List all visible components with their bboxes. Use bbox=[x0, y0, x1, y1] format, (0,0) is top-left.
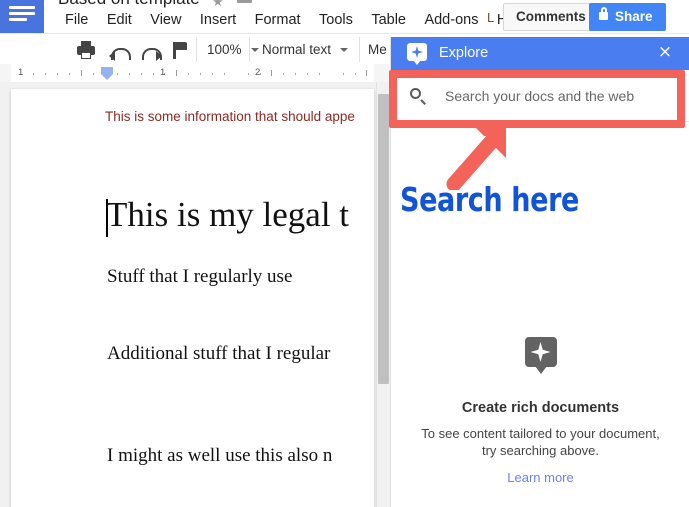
empty-state-description: To see content tailored to your document… bbox=[421, 426, 660, 458]
ruler-dot bbox=[117, 73, 118, 75]
redo-icon-part bbox=[156, 51, 162, 61]
paint-format-icon-part bbox=[173, 42, 176, 59]
drive-folder-icon[interactable] bbox=[237, 0, 252, 3]
menu-item-table[interactable]: Table bbox=[364, 9, 413, 31]
document-canvas[interactable]: This is some information that should app… bbox=[0, 82, 390, 507]
ruler-dot bbox=[200, 73, 201, 75]
menu-item-view[interactable]: View bbox=[143, 9, 188, 31]
ruler-dot bbox=[93, 73, 94, 75]
undo-icon-part bbox=[109, 51, 115, 61]
share-button[interactable]: Share bbox=[589, 3, 666, 31]
search-icon bbox=[410, 88, 421, 99]
ruler-tick bbox=[176, 70, 177, 76]
ruler-number: 2 bbox=[255, 67, 261, 78]
chevron-down-icon bbox=[340, 48, 349, 53]
explore-panel: Explore × Create rich documents To see c… bbox=[390, 37, 689, 507]
lock-icon bbox=[599, 7, 608, 21]
last-edit-status[interactable]: L bbox=[487, 10, 497, 25]
document-title[interactable]: Based on template bbox=[58, 0, 200, 9]
paint-format-icon[interactable] bbox=[171, 40, 191, 60]
ruler-dot bbox=[295, 73, 296, 75]
menu-item-add-ons[interactable]: Add-ons bbox=[417, 9, 485, 31]
ruler-dot bbox=[45, 73, 46, 75]
explore-search-row[interactable] bbox=[391, 70, 689, 122]
empty-state-title: Create rich documents bbox=[461, 400, 620, 416]
menu-item-edit[interactable]: Edit bbox=[100, 9, 139, 31]
menu-item-tools[interactable]: Tools bbox=[312, 9, 360, 31]
document-paragraph[interactable]: Additional stuff that I regular bbox=[107, 343, 330, 365]
star-shape bbox=[411, 46, 423, 58]
paragraph-style-dropdown[interactable]: Normal text bbox=[262, 40, 349, 60]
zoom-dropdown[interactable]: 100% bbox=[207, 40, 259, 60]
logo-line bbox=[9, 6, 35, 9]
font-dropdown[interactable]: Me bbox=[368, 40, 387, 60]
redo-icon[interactable] bbox=[141, 40, 162, 61]
zoom-dropdown-label: 100% bbox=[207, 42, 242, 57]
learn-more-link[interactable]: Learn more bbox=[391, 470, 689, 485]
print-icon-part bbox=[81, 52, 91, 59]
ruler-tick bbox=[81, 70, 82, 76]
star-shape bbox=[530, 342, 551, 362]
menubar: File Edit View Insert Format Tools Table… bbox=[58, 9, 534, 31]
docs-logo-icon[interactable] bbox=[0, 0, 44, 36]
ruler-dot bbox=[188, 73, 189, 75]
document-header-text[interactable]: This is some information that should app… bbox=[105, 109, 355, 124]
menu-item-insert[interactable]: Insert bbox=[193, 9, 243, 31]
toolbar-divider bbox=[249, 37, 250, 62]
ruler-dot bbox=[141, 73, 142, 75]
explore-panel-header: Explore × bbox=[391, 37, 689, 70]
document-heading[interactable]: This is my legal t bbox=[106, 194, 349, 236]
explore-star-badge-icon bbox=[524, 337, 557, 374]
paragraph-style-label: Normal text bbox=[262, 42, 332, 57]
ruler-dot bbox=[319, 73, 320, 75]
indent-marker-icon[interactable] bbox=[101, 67, 113, 80]
toolbar-divider bbox=[359, 37, 360, 62]
ruler-dot bbox=[153, 73, 154, 75]
ruler-dot bbox=[343, 73, 344, 75]
ruler-dot bbox=[212, 73, 213, 75]
document-page[interactable]: This is some information that should app… bbox=[11, 89, 374, 507]
logo-line bbox=[9, 12, 35, 15]
document-paragraph[interactable]: Stuff that I regularly use bbox=[107, 266, 292, 288]
ruler-tick bbox=[271, 70, 272, 76]
document-paragraph[interactable]: I might as well use this also n bbox=[107, 445, 332, 467]
ruler-dot bbox=[307, 73, 308, 75]
ruler-number: 1 bbox=[18, 67, 24, 78]
toolbar-divider bbox=[196, 37, 197, 62]
search-input[interactable] bbox=[443, 83, 672, 109]
explore-panel-title: Explore bbox=[439, 45, 489, 61]
ruler-dot bbox=[355, 73, 356, 75]
share-button-label: Share bbox=[615, 9, 653, 24]
undo-icon[interactable] bbox=[109, 40, 131, 61]
ruler-number: 1 bbox=[160, 67, 166, 78]
print-icon[interactable] bbox=[76, 40, 96, 60]
close-icon[interactable]: × bbox=[656, 43, 674, 61]
ruler-dot bbox=[69, 73, 70, 75]
chevron-down-icon bbox=[250, 48, 259, 53]
explore-star-badge-icon bbox=[407, 43, 427, 65]
explore-empty-state: Create rich documents To see content tai… bbox=[391, 337, 689, 485]
ruler-dot bbox=[129, 73, 130, 75]
ruler-tick bbox=[366, 70, 367, 76]
comments-button[interactable]: Comments bbox=[503, 3, 599, 31]
ruler-dot bbox=[33, 73, 34, 75]
menu-item-file[interactable]: File bbox=[58, 9, 95, 31]
menu-item-format[interactable]: Format bbox=[248, 9, 308, 31]
ruler-dot bbox=[283, 73, 284, 75]
ruler-dot bbox=[57, 73, 58, 75]
logo-line bbox=[9, 18, 27, 21]
ruler-dot bbox=[224, 73, 225, 75]
ruler-dot bbox=[248, 73, 249, 75]
vertical-scrollbar-thumb[interactable] bbox=[378, 94, 389, 384]
